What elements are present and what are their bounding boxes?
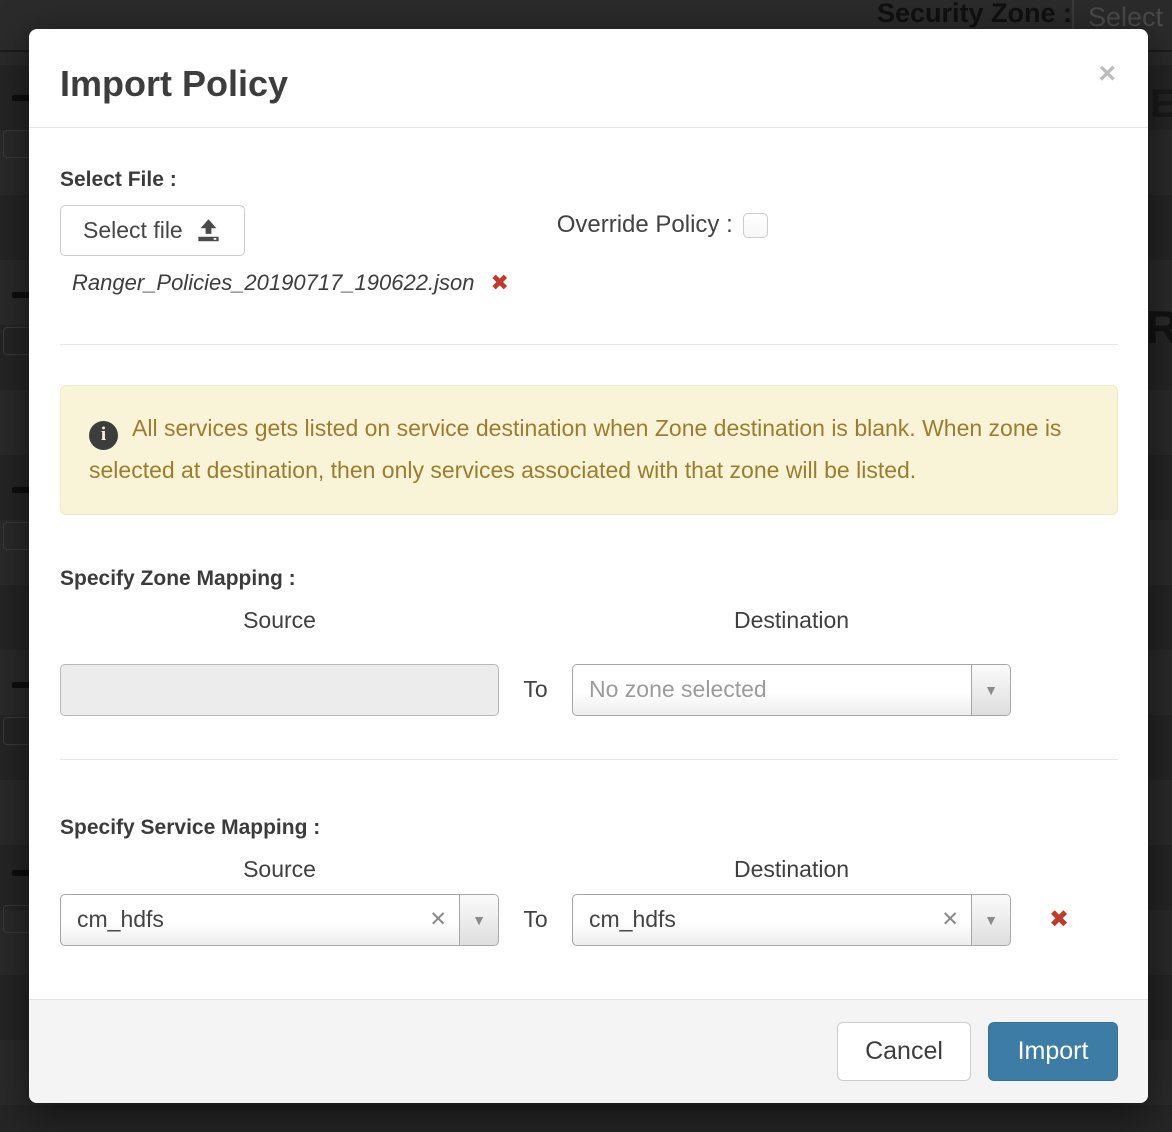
selected-file-row: Ranger_Policies_20190717_190622.json ✖	[72, 270, 1118, 296]
service-source-select[interactable]: cm_hdfs ✕ ▼	[60, 894, 499, 946]
selected-file-name: Ranger_Policies_20190717_190622.json	[72, 270, 474, 296]
service-destination-select[interactable]: cm_hdfs ✕ ▼	[572, 894, 1011, 946]
zone-source-input[interactable]	[60, 664, 499, 716]
dialog-footer: Cancel Import	[29, 999, 1148, 1103]
service-to-label: To	[499, 906, 572, 933]
background-dash	[12, 870, 30, 876]
remove-file-icon[interactable]: ✖	[490, 270, 508, 296]
chevron-down-icon: ▼	[984, 912, 998, 928]
select-file-button-label: Select file	[83, 217, 183, 244]
zone-destination-header: Destination	[572, 607, 1011, 634]
background-box	[3, 717, 31, 745]
service-source-header: Source	[60, 856, 499, 883]
background-box	[3, 905, 31, 933]
info-icon: i	[89, 421, 118, 450]
info-alert: iAll services gets listed on service des…	[60, 385, 1118, 515]
info-alert-text: All services gets listed on service dest…	[89, 415, 1061, 483]
override-policy-checkbox[interactable]	[743, 213, 768, 238]
zone-destination-dropdown-button[interactable]: ▼	[971, 665, 1010, 715]
dialog-title: Import Policy	[60, 63, 288, 104]
override-policy-group: Override Policy :	[557, 211, 768, 239]
zone-source-header: Source	[60, 607, 499, 634]
zone-destination-select[interactable]: No zone selected ▼	[572, 664, 1011, 716]
zone-mapping-row: To No zone selected ▼	[60, 664, 1118, 716]
divider	[60, 344, 1118, 345]
zone-mapping-label: Specify Zone Mapping :	[60, 567, 1118, 591]
chevron-down-icon: ▼	[472, 912, 486, 928]
service-source-dropdown-button[interactable]: ▼	[459, 895, 498, 945]
column-gap	[499, 607, 572, 634]
service-mapping-headers: Source Destination	[60, 856, 1118, 883]
zone-mapping-headers: Source Destination	[60, 607, 1118, 634]
clear-icon[interactable]: ✕	[929, 907, 971, 932]
clear-icon[interactable]: ✕	[417, 907, 459, 932]
background-dash	[12, 95, 30, 101]
background-partial-text: R	[1146, 300, 1172, 354]
background-dash	[12, 487, 30, 493]
zone-destination-value: No zone selected	[573, 676, 971, 703]
remove-mapping-icon[interactable]: ✖	[1049, 905, 1069, 934]
background-partial-text-2: E	[1150, 82, 1172, 127]
background-box	[3, 522, 31, 550]
override-policy-label: Override Policy :	[557, 211, 733, 239]
upload-icon	[195, 217, 222, 244]
close-icon[interactable]: ×	[1098, 59, 1116, 89]
divider	[60, 759, 1118, 760]
security-zone-label: Security Zone :	[877, 0, 1072, 29]
dialog-body: Select File : Select file Override Polic…	[29, 128, 1148, 999]
service-destination-dropdown-button[interactable]: ▼	[971, 895, 1010, 945]
background-dash	[12, 682, 30, 688]
background-dash	[12, 292, 30, 298]
column-gap	[499, 856, 572, 883]
service-mapping-row: cm_hdfs ✕ ▼ To cm_hdfs ✕ ▼ ✖	[60, 894, 1118, 946]
dialog-header: Import Policy ×	[29, 29, 1148, 128]
background-box	[3, 130, 31, 158]
service-destination-header: Destination	[572, 856, 1011, 883]
select-file-button[interactable]: Select file	[60, 205, 245, 256]
file-select-row: Select file Override Policy :	[60, 205, 1118, 256]
cancel-button[interactable]: Cancel	[837, 1022, 971, 1081]
select-file-label: Select File :	[60, 168, 1118, 192]
service-source-value: cm_hdfs	[61, 906, 417, 933]
import-button[interactable]: Import	[988, 1022, 1118, 1081]
service-destination-value: cm_hdfs	[573, 906, 929, 933]
background-box	[3, 327, 31, 355]
service-mapping-label: Specify Service Mapping :	[60, 816, 1118, 840]
zone-to-label: To	[499, 676, 572, 703]
import-policy-dialog: Import Policy × Select File : Select fil…	[29, 29, 1148, 1103]
chevron-down-icon: ▼	[984, 682, 998, 698]
